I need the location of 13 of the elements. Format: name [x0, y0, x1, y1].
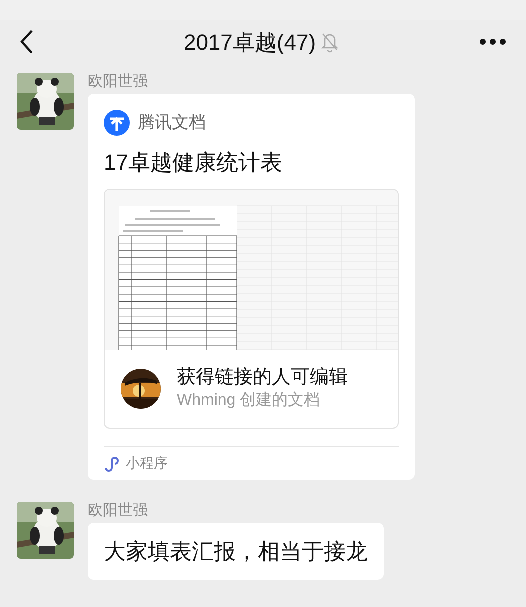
creator-text: Whming 创建的文档: [177, 390, 322, 411]
app-name: 腾讯文档: [138, 112, 206, 134]
mini-program-icon: [104, 456, 120, 472]
sender-name: 欧阳世强: [88, 503, 149, 519]
document-title: 17卓越健康统计表: [104, 149, 284, 177]
app-logo-icon: [104, 110, 130, 136]
card-footer-label: 小程序: [126, 454, 168, 473]
message-bubble: 大家填表汇报，相当于接龙: [88, 523, 384, 580]
sender-name: 欧阳世强: [88, 74, 149, 90]
mini-program-card[interactable]: 腾讯文档 17卓越健康统计表 获得链接的人可编辑 Whming 创建的文档 小程序: [88, 94, 415, 480]
chat-title: 2017卓越(47): [184, 28, 316, 56]
permission-text: 获得链接的人可编辑: [177, 366, 348, 390]
more-icon[interactable]: [480, 37, 506, 47]
